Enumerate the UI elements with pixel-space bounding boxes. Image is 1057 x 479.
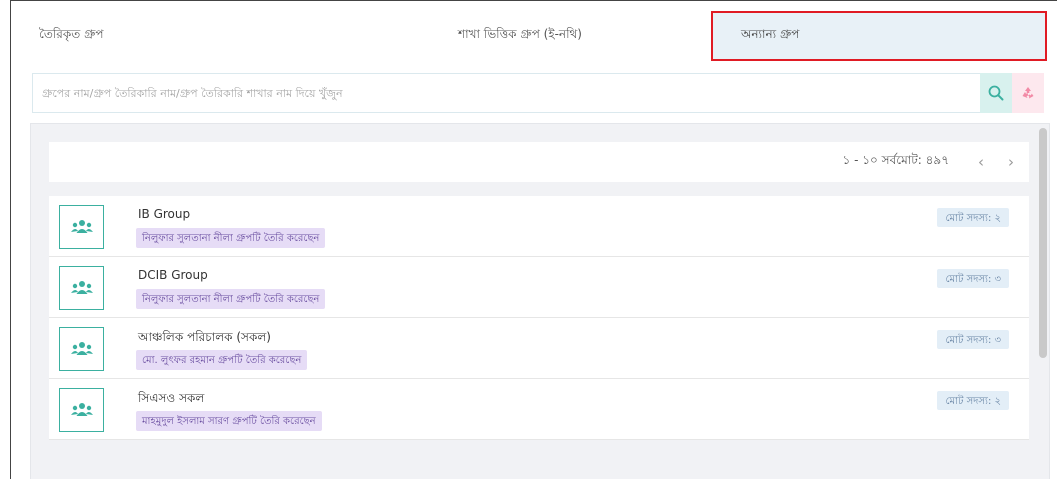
- member-count-badge: মোট সদস্য: ২: [937, 208, 1009, 227]
- next-page-button[interactable]: ›: [999, 150, 1023, 174]
- search-icon: [988, 85, 1004, 101]
- group-list: IB Group নিলুফার সুলতানা নীলা গ্রুপটি তৈ…: [49, 196, 1029, 440]
- list-item[interactable]: সিএসও সকল মাহমুদুল ইসলাম সারণ গ্রুপটি তৈ…: [49, 379, 1029, 440]
- member-count-badge: মোট সদস্য: ২: [937, 391, 1009, 410]
- search-input[interactable]: [32, 73, 980, 113]
- search-button[interactable]: [980, 73, 1012, 113]
- member-count-badge: মোট সদস্য: ৩: [937, 269, 1009, 288]
- tab-other-groups[interactable]: অন্যান্য গ্রুপ: [711, 11, 1047, 61]
- recycle-icon: [1022, 87, 1034, 99]
- prev-page-button[interactable]: ‹: [969, 150, 993, 174]
- creator-badge: মাহমুদুল ইসলাম সারণ গ্রুপটি তৈরি করেছেন: [136, 411, 322, 431]
- group-avatar: [59, 266, 104, 310]
- tab-branch-groups[interactable]: শাখা ভিত্তিক গ্রুপ (ই-নথি): [351, 11, 711, 61]
- pagination-summary: ১ - ১০ সর্বমোট: ৪৯৭: [842, 153, 950, 167]
- list-item[interactable]: IB Group নিলুফার সুলতানা নীলা গ্রুপটি তৈ…: [49, 196, 1029, 257]
- group-page: তৈরিকৃত গ্রুপ শাখা ভিত্তিক গ্রুপ (ই-নথি)…: [10, 0, 1057, 479]
- group-avatar: [59, 327, 104, 371]
- users-icon: [70, 281, 93, 294]
- list-item[interactable]: DCIB Group নিলুফার সুলতানা নীলা গ্রুপটি …: [49, 257, 1029, 318]
- group-name: DCIB Group: [138, 268, 208, 282]
- group-tabs: তৈরিকৃত গ্রুপ শাখা ভিত্তিক গ্রুপ (ই-নথি)…: [11, 11, 1047, 61]
- reset-button[interactable]: [1012, 73, 1044, 113]
- pagination-bar: ১ - ১০ সর্বমোট: ৪৯৭ ‹ ›: [49, 142, 1029, 182]
- group-avatar: [59, 205, 104, 249]
- member-count-badge: মোট সদস্য: ৩: [937, 330, 1009, 349]
- group-name: আঞ্চলিক পরিচালক (সকল): [138, 330, 271, 344]
- scrollbar[interactable]: [1039, 128, 1047, 358]
- creator-badge: নিলুফার সুলতানা নীলা গ্রুপটি তৈরি করেছেন: [136, 228, 326, 248]
- creator-badge: নিলুফার সুলতানা নীলা গ্রুপটি তৈরি করেছেন: [136, 289, 326, 309]
- creator-badge: মো. লুৎফর রহমান গ্রুপটি তৈরি করেছেন: [136, 350, 308, 370]
- group-avatar: [59, 388, 104, 432]
- list-item[interactable]: আঞ্চলিক পরিচালক (সকল) মো. লুৎফর রহমান গ্…: [49, 318, 1029, 379]
- tab-created-groups[interactable]: তৈরিকৃত গ্রুপ: [11, 11, 351, 61]
- group-list-panel: ১ - ১০ সর্বমোট: ৪৯৭ ‹ › IB Group নিলুফার…: [30, 123, 1050, 479]
- users-icon: [70, 342, 93, 355]
- users-icon: [70, 220, 93, 233]
- users-icon: [70, 403, 93, 416]
- group-name: IB Group: [138, 207, 191, 221]
- group-name: সিএসও সকল: [138, 391, 205, 405]
- search-bar: [32, 73, 1044, 113]
